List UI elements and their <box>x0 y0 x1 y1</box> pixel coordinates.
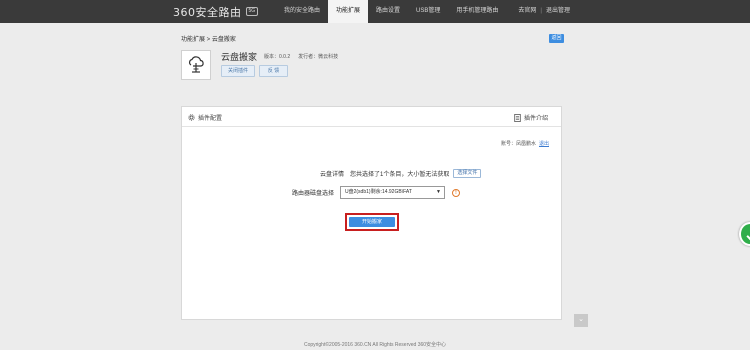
dropdown-arrow-icon: ▼ <box>436 189 441 195</box>
plugin-config-panel: 插件配置 插件介绍 账号：凤凰鹏水 退出 云盘详情 您共选择了1个条目，大小暂无… <box>181 106 562 320</box>
plugin-meta: 版本：0.0.2 发行者：微云科技 <box>264 53 338 60</box>
account-info: 账号：凤凰鹏水 退出 <box>501 140 549 147</box>
top-nav-bar: 360安全路由 5G 我的安全路由 功能扩展 路由设置 USB管理 用手机管理路… <box>0 0 750 23</box>
disk-select[interactable]: U盘2(sdb1)剩余:14.92GB\FAT ▼ <box>340 186 445 199</box>
document-icon <box>514 113 521 122</box>
start-move-button[interactable]: 开始搬家 <box>349 217 395 227</box>
plugin-vendor: 发行者：微云科技 <box>298 54 339 60</box>
nav-extensions[interactable]: 功能扩展 <box>328 0 369 23</box>
cloud-detail-row: 云盘详情 您共选择了1个条目，大小暂无法获取 选择文件 <box>304 169 482 178</box>
logo-badge: 5G <box>245 7 259 16</box>
start-button-highlight: 开始搬家 <box>345 213 399 231</box>
plugin-intro-link[interactable]: 插件介绍 <box>514 113 548 122</box>
nav-router-settings[interactable]: 路由设置 <box>368 0 408 23</box>
gear-icon <box>188 114 195 121</box>
nav-mobile-management[interactable]: 用手机管理路由 <box>448 0 506 23</box>
plugin-version: 版本：0.0.2 <box>264 54 291 60</box>
panel-header: 插件配置 插件介绍 <box>182 107 561 127</box>
tab-plugin-config-label: 插件配置 <box>198 116 223 122</box>
info-icon[interactable]: ! <box>452 188 460 197</box>
header-links: 去官网 | 退出管理 <box>518 0 570 23</box>
footer-copyright: Copyright©2005-2016 360.CN All Rights Re… <box>303 342 447 348</box>
logout-link[interactable]: 退出管理 <box>546 0 570 23</box>
nav-usb-management[interactable]: USB管理 <box>408 0 448 23</box>
plugin-intro-label: 插件介绍 <box>523 116 548 122</box>
logo-text: 360安全路由 <box>173 5 242 19</box>
plugin-icon <box>181 50 211 80</box>
tab-plugin-config[interactable]: 插件配置 <box>188 113 222 122</box>
check-badge-icon[interactable] <box>739 222 750 246</box>
plugin-title: 云盘搬家 <box>221 52 258 62</box>
disk-select-row: 路由器磁盘选择 U盘2(sdb1)剩余:14.92GB\FAT ▼ ! <box>286 186 460 199</box>
scroll-toggle-button[interactable]: ⌄ <box>574 314 588 327</box>
breadcrumb: 功能扩展 > 云盘搬家 <box>181 37 236 43</box>
cloud-detail-value: 您共选择了1个条目，大小暂无法获取 <box>350 172 450 178</box>
back-button[interactable]: 返回 <box>549 34 564 43</box>
plugin-actions: 关闭插件 反 馈 <box>221 65 289 77</box>
main-nav: 我的安全路由 功能扩展 路由设置 USB管理 用手机管理路由 <box>276 0 506 23</box>
disk-select-label: 路由器磁盘选择 <box>291 191 334 197</box>
nav-my-router[interactable]: 我的安全路由 <box>276 0 328 23</box>
account-label: 账号：凤凰鹏水 <box>500 141 536 147</box>
link-separator: | <box>540 8 542 14</box>
feedback-button[interactable]: 反 馈 <box>259 65 289 77</box>
cloud-upload-icon <box>188 56 204 73</box>
official-site-link[interactable]: 去官网 <box>518 0 536 23</box>
cloud-detail-label: 云盘详情 <box>319 172 344 178</box>
disk-select-value: U盘2(sdb1)剩余:14.92GB\FAT <box>345 189 412 195</box>
logo[interactable]: 360安全路由 5G <box>173 5 259 19</box>
choose-file-button[interactable]: 选择文件 <box>453 169 482 178</box>
account-logout-link[interactable]: 退出 <box>539 140 549 147</box>
disable-plugin-button[interactable]: 关闭插件 <box>221 65 256 77</box>
